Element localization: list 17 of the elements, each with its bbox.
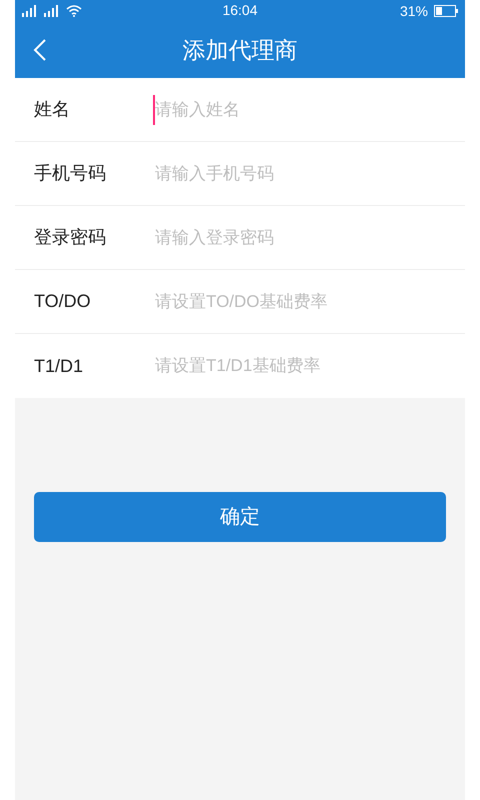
- field-label: 姓名: [33, 98, 71, 121]
- page-title: 添加代理商: [182, 36, 298, 63]
- input-field[interactable]: 请输入登录密码: [153, 222, 449, 252]
- battery-icon: [434, 5, 458, 17]
- field-label: T1/D1: [33, 354, 84, 378]
- battery-percent: 31%: [400, 2, 428, 20]
- status-time: 16:04: [222, 2, 258, 18]
- field-label: 登录密码: [33, 226, 107, 249]
- input-field[interactable]: 请设置TO/DO基础费率: [153, 286, 449, 316]
- back-icon: [33, 38, 47, 62]
- confirm-button[interactable]: 确定: [34, 492, 446, 542]
- input-field[interactable]: 请输入姓名: [153, 94, 449, 124]
- input-field[interactable]: 请设置T1/D1基础费率: [153, 351, 449, 381]
- field-label: 手机号码: [33, 162, 107, 185]
- input-field[interactable]: 请输入手机号码: [153, 158, 449, 188]
- wifi-icon: [66, 5, 82, 17]
- field-label: TO/DO: [33, 290, 92, 313]
